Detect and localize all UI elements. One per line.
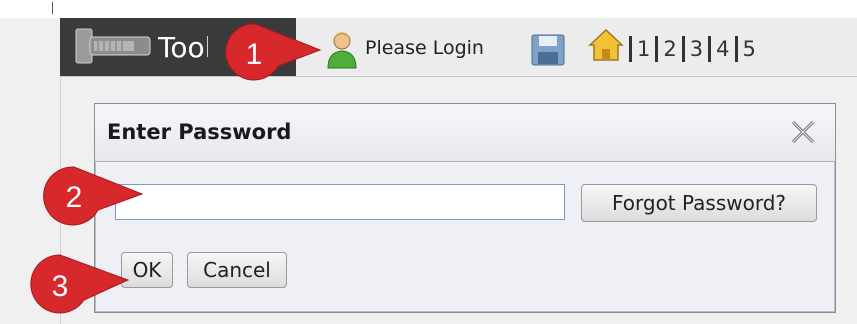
login-link[interactable]: Please Login [365, 34, 484, 62]
cancel-button[interactable]: Cancel [187, 252, 287, 288]
home-icon[interactable] [588, 27, 624, 67]
page-3[interactable]: 3 [690, 37, 703, 61]
forgot-password-button[interactable]: Forgot Password? [581, 184, 817, 222]
page-separator [629, 36, 632, 62]
floppy-disk-icon[interactable] [530, 33, 566, 71]
page-separator [655, 36, 659, 62]
dialog-title: Enter Password [107, 120, 292, 144]
dialog-header: Enter Password [95, 104, 835, 162]
callout-label-1: 1 [245, 38, 263, 71]
page-2[interactable]: 2 [663, 37, 676, 61]
window-edge-tick [52, 2, 53, 14]
page-selector: 1 2 3 4 5 [624, 32, 756, 66]
tool-wrench-icon [74, 27, 154, 69]
callout-label-3: 3 [51, 270, 69, 303]
password-dialog: Enter Password Forgot Password? OK Cance… [94, 103, 836, 313]
top-strip [0, 0, 857, 18]
page-separator [681, 36, 685, 62]
password-input[interactable] [115, 184, 565, 220]
page-separator [734, 36, 738, 62]
page-5[interactable]: 5 [743, 37, 756, 61]
page-4[interactable]: 4 [716, 37, 729, 61]
page-1[interactable]: 1 [637, 37, 650, 61]
callout-label-2: 2 [65, 181, 83, 214]
close-icon[interactable] [785, 116, 821, 148]
page-separator [708, 36, 712, 62]
